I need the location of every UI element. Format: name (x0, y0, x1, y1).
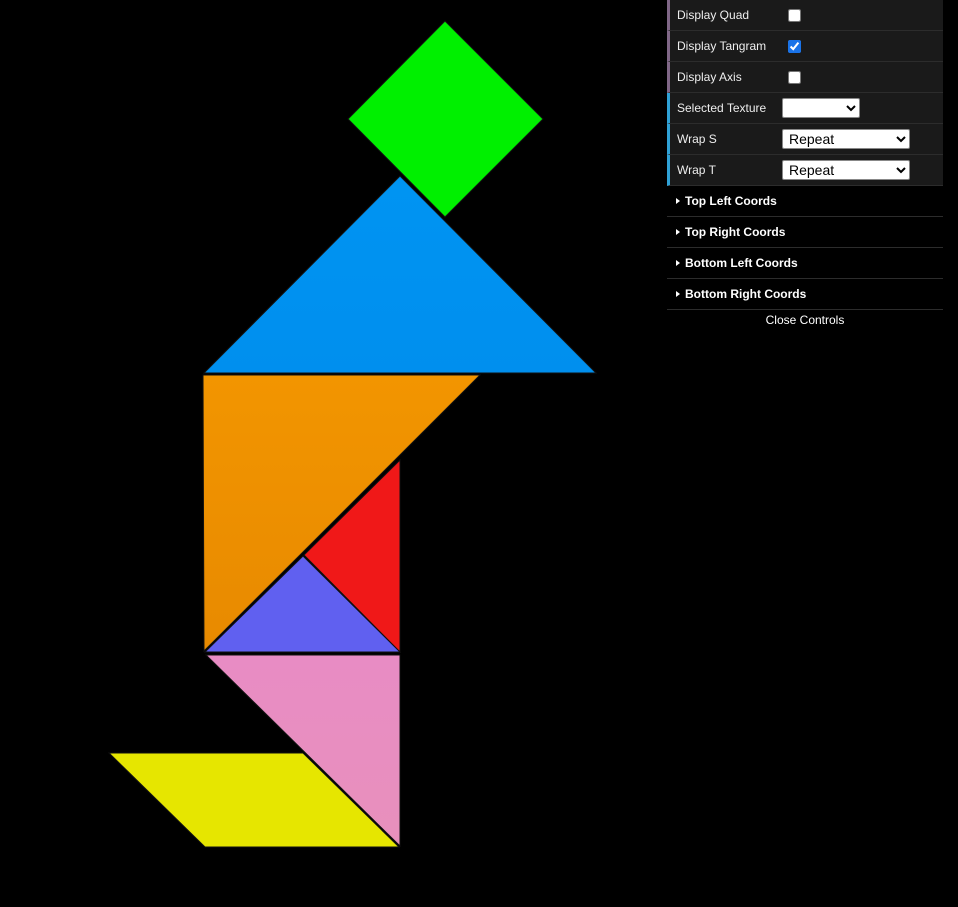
display-quad-checkbox[interactable] (788, 8, 801, 22)
display-tangram-label: Display Tangram (677, 39, 767, 53)
folder-label: Top Right Coords (685, 225, 786, 239)
folder-top-right-coords[interactable]: Top Right Coords (667, 217, 943, 248)
close-controls-button[interactable]: Close Controls (667, 310, 943, 330)
caret-right-icon (676, 260, 680, 266)
folder-label: Bottom Left Coords (685, 256, 798, 270)
wrap-s-label: Wrap S (677, 132, 717, 146)
folder-top-left-coords[interactable]: Top Left Coords (667, 186, 943, 217)
wrap-t-select[interactable]: Repeat (782, 160, 910, 180)
tangram-large-triangle-blue (202, 175, 598, 374)
folder-bottom-left-coords[interactable]: Bottom Left Coords (667, 248, 943, 279)
display-tangram-checkbox[interactable] (788, 39, 801, 53)
folder-label: Top Left Coords (685, 194, 777, 208)
display-tangram-row[interactable]: Display Tangram (667, 31, 943, 62)
selected-texture-select[interactable] (782, 98, 860, 118)
caret-right-icon (676, 291, 680, 297)
wrap-t-label: Wrap T (677, 163, 716, 177)
display-axis-checkbox[interactable] (788, 70, 801, 84)
caret-right-icon (676, 198, 680, 204)
folder-label: Bottom Right Coords (685, 287, 807, 301)
selected-texture-label: Selected Texture (677, 101, 767, 115)
wrap-s-row[interactable]: Wrap S Repeat (667, 124, 943, 155)
selected-texture-row[interactable]: Selected Texture (667, 93, 943, 124)
display-quad-label: Display Quad (677, 8, 750, 22)
wrap-t-row[interactable]: Wrap T Repeat (667, 155, 943, 186)
wrap-s-select[interactable]: Repeat (782, 129, 910, 149)
display-axis-label: Display Axis (677, 70, 742, 84)
controls-panel: Display Quad Display Tangram Display Axi… (667, 0, 943, 330)
display-quad-row[interactable]: Display Quad (667, 0, 943, 31)
caret-right-icon (676, 229, 680, 235)
tangram-square (347, 20, 544, 218)
folder-bottom-right-coords[interactable]: Bottom Right Coords (667, 279, 943, 310)
display-axis-row[interactable]: Display Axis (667, 62, 943, 93)
